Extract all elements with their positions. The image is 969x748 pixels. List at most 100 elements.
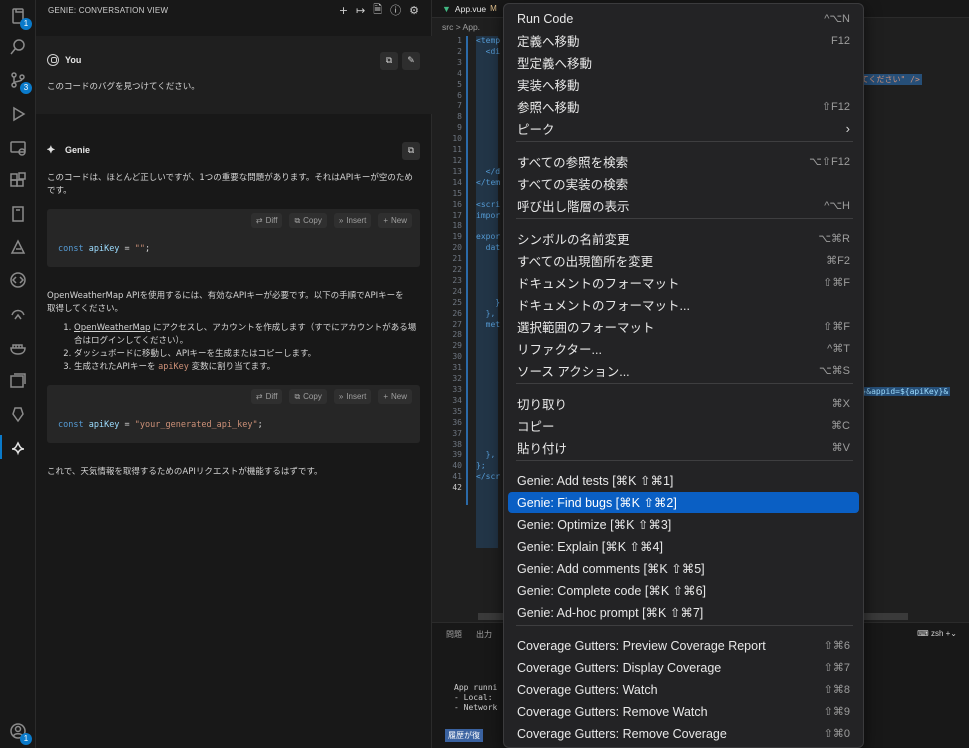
menu-item[interactable]: 参照へ移動 ⇧F12	[508, 96, 859, 117]
menu-item[interactable]: 切り取り ⌘X	[508, 393, 859, 414]
explorer-icon[interactable]: 1	[6, 4, 32, 30]
code-line: },	[476, 308, 496, 318]
copy-button[interactable]: ⧉ Copy	[289, 389, 327, 404]
menu-item[interactable]: Coverage Gutters: Display Coverage ⇧⌘7	[508, 657, 859, 678]
menu-item[interactable]: コピー ⌘C	[508, 415, 859, 436]
tab-app-vue[interactable]: ▼ App.vue M	[442, 4, 497, 14]
menu-item[interactable]: Genie: Add tests [⌘K ⇧⌘1]	[508, 470, 859, 491]
menu-item-shortcut: ⇧⌘8	[823, 684, 850, 696]
code-content[interactable]: <temp <di </d </tem <scri impor expor dat …	[476, 36, 500, 494]
menu-item-shortcut: ^⌥H	[824, 200, 850, 212]
line-number: 6	[457, 90, 462, 100]
line-number: 16	[452, 199, 462, 209]
copy-icon: ⧉	[294, 391, 301, 401]
tab-problems[interactable]: 問題	[446, 629, 462, 640]
menu-item[interactable]: Genie: Ad-hoc prompt [⌘K ⇧⌘7]	[508, 602, 859, 623]
terminal-icon: ⌨	[917, 629, 931, 638]
menu-item[interactable]: Coverage Gutters: Preview Coverage Repor…	[508, 635, 859, 656]
list-item: OpenWeatherMap にアクセスし、アカウントを作成します（すでにアカウ…	[74, 322, 419, 348]
menu-item[interactable]: Genie: Add comments [⌘K ⇧⌘5]	[508, 558, 859, 579]
code-tag-icon[interactable]	[6, 268, 30, 292]
extensions-icon[interactable]	[6, 169, 30, 193]
genie-avatar-icon: ⯌	[47, 143, 56, 156]
menu-item[interactable]: Coverage Gutters: Remove Watch ⇧⌘9	[508, 701, 859, 722]
menu-item-shortcut: ⌘V	[831, 442, 850, 454]
settings-gear-icon[interactable]: ⚙	[409, 4, 419, 17]
new-conversation-icon[interactable]: +	[339, 4, 348, 17]
insert-icon: »	[338, 216, 344, 225]
export-icon[interactable]: ↦	[356, 4, 365, 17]
genie-icon[interactable]	[6, 435, 30, 459]
menu-item[interactable]: ピーク ›	[508, 118, 859, 139]
menu-item[interactable]: ソース アクション... ⌥⌘S	[508, 360, 859, 381]
menu-item[interactable]: 定義へ移動 F12	[508, 30, 859, 51]
menu-item[interactable]: シンボルの名前変更 ⌥⌘R	[508, 228, 859, 249]
edit-message-icon[interactable]: ✎	[402, 52, 420, 70]
menu-item[interactable]: 実装へ移動	[508, 74, 859, 95]
menu-item[interactable]: Genie: Find bugs [⌘K ⇧⌘2]	[508, 492, 859, 513]
menu-item[interactable]: リファクター... ^⌘T	[508, 338, 859, 359]
menu-item[interactable]: Genie: Explain [⌘K ⇧⌘4]	[508, 536, 859, 557]
diff-button[interactable]: ⇄ Diff	[250, 389, 283, 404]
new-button[interactable]: + New	[378, 389, 412, 404]
copy-response-icon[interactable]: ⧉	[402, 142, 420, 160]
tab-output[interactable]: 出力	[476, 629, 492, 640]
menu-item[interactable]: すべての実装の検索	[508, 173, 859, 194]
menu-item-shortcut: ⌘F2	[826, 255, 850, 267]
instruction-text: OpenWeatherMap APIを使用するには、有効なAPIキーが必要です。…	[47, 291, 404, 314]
line-number: 8	[457, 112, 462, 122]
code-line: <scri	[476, 199, 501, 209]
copy-message-icon[interactable]: ⧉	[380, 52, 398, 70]
menu-item-shortcut: ⇧⌘F	[823, 321, 850, 333]
book-icon[interactable]	[6, 202, 30, 226]
new-button[interactable]: + New	[378, 213, 412, 228]
menu-item[interactable]: ドキュメントのフォーマット ⇧⌘F	[508, 272, 859, 293]
context-menu: Run Code ^⌥N 定義へ移動 F12 型定義へ移動 実装へ移動 参照へ移動 ⇧F12 ピ…	[503, 3, 864, 748]
testing-icon[interactable]	[6, 402, 30, 426]
search-icon[interactable]	[6, 35, 30, 59]
terminal-selector[interactable]: ⌨ zsh +⌄	[917, 629, 957, 638]
azure-icon[interactable]	[6, 235, 30, 259]
insert-button[interactable]: » Insert	[333, 213, 372, 228]
copy-button[interactable]: ⧉ Copy	[289, 213, 327, 228]
line-number: 38	[452, 439, 462, 449]
insert-button[interactable]: » Insert	[333, 389, 372, 404]
docker-icon[interactable]	[6, 336, 30, 360]
code-line: impor	[476, 210, 501, 220]
line-number: 31	[452, 363, 462, 373]
document-icon[interactable]: 🗎	[373, 1, 382, 20]
menu-item[interactable]: Genie: Optimize [⌘K ⇧⌘3]	[508, 514, 859, 535]
account-icon[interactable]: 1	[6, 719, 32, 745]
menu-item[interactable]: Coverage Gutters: Remove Coverage ⇧⌘0	[508, 723, 859, 744]
source-control-icon[interactable]: 3	[6, 68, 32, 94]
diff-button[interactable]: ⇄ Diff	[250, 213, 283, 228]
panels-icon[interactable]	[6, 369, 30, 393]
menu-item[interactable]: Genie: Complete code [⌘K ⇧⌘6]	[508, 580, 859, 601]
menu-item[interactable]: Coverage Gutters: Watch ⇧⌘8	[508, 679, 859, 700]
add-terminal-icon[interactable]: +⌄	[946, 629, 957, 638]
menu-item[interactable]: Run Code ^⌥N	[508, 8, 859, 29]
line-number: 4	[457, 68, 462, 78]
info-icon[interactable]: ⓘ	[390, 2, 401, 18]
menu-item[interactable]: すべての出現箇所を変更 ⌘F2	[508, 250, 859, 271]
remote-explorer-icon[interactable]	[6, 136, 30, 160]
breadcrumb[interactable]: src > App.	[442, 22, 480, 32]
openweathermap-link[interactable]: OpenWeatherMap	[74, 323, 150, 333]
menu-item[interactable]: ドキュメントのフォーマット...	[508, 294, 859, 315]
menu-item[interactable]: 呼び出し階層の表示 ^⌥H	[508, 195, 859, 216]
menu-item-shortcut: ⌘C	[831, 420, 850, 432]
menu-item[interactable]: 選択範囲のフォーマット ⇧⌘F	[508, 316, 859, 337]
line-number: 5	[457, 79, 462, 89]
menu-item[interactable]: すべての参照を検索 ⌥⇧F12	[508, 151, 859, 172]
line-number: 10	[452, 134, 462, 144]
menu-item[interactable]: 型定義へ移動	[508, 52, 859, 73]
menu-item[interactable]: 貼り付け ⌘V	[508, 437, 859, 458]
line-number: 21	[452, 254, 462, 264]
deploy-icon[interactable]	[6, 302, 30, 326]
line-number: 22	[452, 265, 462, 275]
run-debug-icon[interactable]	[6, 102, 30, 126]
